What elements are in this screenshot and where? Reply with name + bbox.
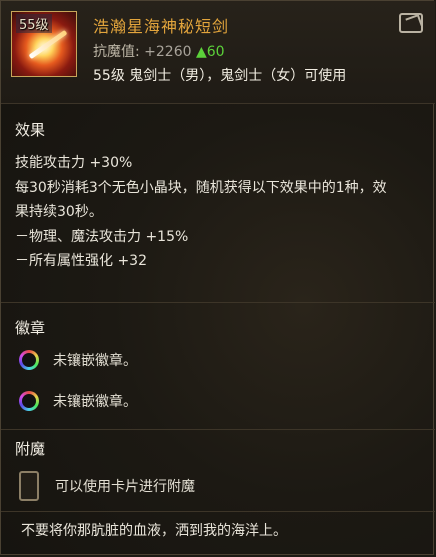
short-sword-icon: 55级 (11, 11, 77, 77)
stat-delta: ▲60 (195, 44, 225, 60)
class-requirement: 55级 鬼剑士（男），鬼剑士（女）可使用 (93, 68, 347, 84)
share-button[interactable] (399, 13, 423, 33)
item-name: 浩瀚星海神秘短剑 (93, 17, 230, 36)
effect-description: 技能攻击力 +30% 每30秒消耗3个无色小晶块，随机获得以下效果中的1种，效 … (15, 151, 425, 274)
effect-line: 每30秒消耗3个无色小晶块，随机获得以下效果中的1种，效 (15, 179, 387, 196)
stat-value: +2260 (144, 44, 192, 60)
flavor-text: 不要将你那肮脏的血液，洒到我的海洋上。 (21, 523, 287, 539)
share-arrow-icon (405, 13, 423, 31)
tooltip-header: 55级 浩瀚星海神秘短剑 抗魔值: +2260 ▲60 55级 鬼剑士（男），鬼… (1, 1, 435, 104)
effect-line: 果持续30秒。 (15, 204, 103, 220)
effect-line: －所有属性强化 +32 (15, 253, 147, 269)
effect-section-title: 效果 (15, 121, 46, 139)
effect-line: －物理、魔法攻击力 +15% (15, 228, 189, 245)
item-level-badge: 55级 (16, 14, 52, 33)
enchant-section-title: 附魔 (15, 440, 46, 458)
blade-glint (28, 29, 68, 60)
stat-label: 抗魔值: (93, 44, 140, 60)
emblem-slot[interactable]: 未镶嵌徽章。 (19, 347, 137, 373)
emblem-socket-icon (19, 391, 39, 411)
emblem-slot-label: 未镶嵌徽章。 (53, 353, 137, 369)
emblem-section-title: 徽章 (15, 319, 46, 337)
section-divider (1, 302, 435, 303)
enchant-slot-label: 可以使用卡片进行附魔 (55, 479, 195, 495)
section-divider (1, 511, 435, 512)
emblem-socket-icon (19, 350, 39, 370)
emblem-slot-label: 未镶嵌徽章。 (53, 394, 137, 410)
emblem-slot[interactable]: 未镶嵌徽章。 (19, 388, 137, 414)
section-divider (1, 429, 435, 430)
magic-resist-stat: 抗魔值: +2260 ▲60 (93, 41, 225, 61)
enchant-card-slot-icon[interactable] (19, 471, 39, 501)
effect-line: 技能攻击力 +30% (15, 155, 133, 171)
item-tooltip: 55级 浩瀚星海神秘短剑 抗魔值: +2260 ▲60 55级 鬼剑士（男），鬼… (0, 0, 435, 555)
